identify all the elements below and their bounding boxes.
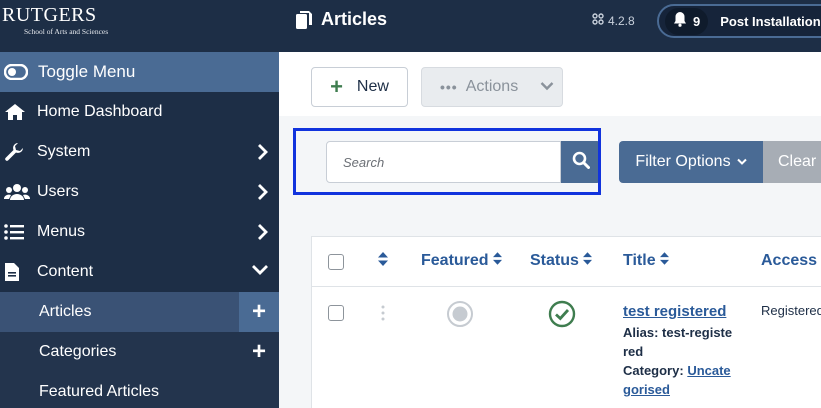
featured-sort-header[interactable]: Featured bbox=[421, 252, 502, 270]
new-button-label: New bbox=[356, 78, 389, 95]
select-all-checkbox[interactable] bbox=[328, 254, 344, 270]
actions-dropdown[interactable]: ••• Actions bbox=[421, 67, 563, 107]
add-category-button[interactable]: + bbox=[239, 332, 279, 372]
sidebar-item-home-dashboard[interactable]: Home Dashboard bbox=[0, 92, 279, 132]
chevron-down-icon bbox=[540, 78, 554, 96]
page-title: Articles bbox=[295, 9, 387, 30]
notification-text: Post Installation Mes bbox=[720, 13, 821, 29]
access-sort-header[interactable]: Access bbox=[761, 252, 821, 270]
sidebar-subitem-categories[interactable]: Categories + bbox=[0, 332, 279, 372]
top-header: Articles 4.2.8 9 Post Installation Mes bbox=[279, 0, 821, 52]
toolbar: + New ••• Actions bbox=[279, 52, 821, 116]
toggle-menu-label: Toggle Menu bbox=[38, 62, 136, 81]
article-title-cell: test registered Alias: test-registe red … bbox=[623, 303, 735, 399]
sidebar-subitem-articles[interactable]: Articles + bbox=[0, 292, 279, 332]
copy-icon bbox=[295, 10, 313, 30]
sort-icon bbox=[378, 252, 388, 271]
alias-label: Alias: bbox=[623, 325, 659, 340]
filter-options-label: Filter Options bbox=[635, 153, 731, 170]
sort-icon bbox=[582, 252, 592, 270]
page-title-text: Articles bbox=[321, 9, 388, 29]
category-label: Category: bbox=[623, 363, 684, 378]
add-article-button[interactable]: + bbox=[239, 292, 279, 332]
sidebar-item-system[interactable]: System bbox=[0, 132, 279, 172]
chevron-down-icon bbox=[736, 153, 747, 171]
list-icon bbox=[4, 224, 30, 240]
sidebar-subitem-label: Categories bbox=[39, 343, 117, 360]
chevron-right-icon bbox=[257, 143, 269, 166]
title-header-label: Title bbox=[623, 252, 656, 269]
articles-table: Featured Status Title Access test regist… bbox=[311, 236, 821, 408]
new-button[interactable]: + New bbox=[311, 67, 408, 107]
toggle-menu-button[interactable]: Toggle Menu bbox=[0, 52, 279, 92]
chevron-right-icon bbox=[257, 223, 269, 246]
version-text: 4.2.8 bbox=[608, 13, 635, 28]
published-status-icon[interactable] bbox=[548, 300, 576, 333]
sort-icon bbox=[659, 252, 669, 270]
notification-badge: 9 bbox=[665, 7, 709, 35]
search-button[interactable] bbox=[561, 141, 601, 183]
filter-options-button[interactable]: Filter Options bbox=[619, 141, 763, 183]
chevron-down-icon bbox=[251, 263, 269, 282]
sidebar-item-menus[interactable]: Menus bbox=[0, 212, 279, 252]
table-header: Featured Status Title Access bbox=[312, 237, 821, 287]
sidebar-subitem-label: Featured Articles bbox=[39, 383, 160, 400]
sidebar-subitem-featured-articles[interactable]: Featured Articles bbox=[0, 372, 279, 408]
sidebar-item-label: Home Dashboard bbox=[37, 103, 163, 120]
status-header-label: Status bbox=[530, 252, 579, 269]
access-header-label: Access bbox=[761, 252, 818, 269]
featured-header-label: Featured bbox=[421, 252, 489, 269]
sidebar-item-label: Users bbox=[37, 183, 79, 200]
article-alias: Alias: test-registe red bbox=[623, 323, 735, 361]
clear-button[interactable]: Clear bbox=[763, 141, 821, 183]
drag-handle-icon[interactable] bbox=[381, 305, 385, 326]
access-level-cell: Registered bbox=[761, 303, 821, 318]
actions-label: Actions bbox=[465, 78, 519, 95]
home-icon bbox=[4, 103, 30, 121]
row-checkbox[interactable] bbox=[328, 305, 344, 321]
users-icon bbox=[4, 183, 30, 201]
sort-icon bbox=[492, 252, 502, 270]
brand-subtitle: School of Arts and Sciences bbox=[24, 27, 109, 36]
bell-icon bbox=[673, 11, 687, 32]
clear-label: Clear bbox=[778, 153, 817, 170]
brand-name: RUTGERS bbox=[2, 4, 97, 26]
status-sort-header[interactable]: Status bbox=[530, 252, 592, 270]
plus-icon: + bbox=[330, 74, 343, 99]
article-title-link[interactable]: test registered bbox=[623, 303, 735, 320]
sidebar-item-label: Content bbox=[37, 263, 94, 280]
sidebar-subitem-label: Articles bbox=[39, 303, 92, 320]
joomla-icon bbox=[592, 13, 604, 28]
search-input[interactable] bbox=[326, 141, 561, 183]
featured-toggle-icon[interactable] bbox=[447, 301, 473, 332]
sidebar-item-label: Menus bbox=[37, 223, 86, 240]
title-sort-header[interactable]: Title bbox=[623, 252, 669, 270]
sidebar-item-users[interactable]: Users bbox=[0, 172, 279, 212]
sidebar-item-label: System bbox=[37, 143, 91, 160]
notification-count: 9 bbox=[693, 13, 701, 29]
article-category: Category: Uncate gorised bbox=[623, 361, 735, 399]
joomla-version: 4.2.8 bbox=[592, 13, 635, 28]
brand-logo: RUTGERS School of Arts and Sciences bbox=[0, 0, 279, 52]
ellipsis-icon: ••• bbox=[440, 79, 458, 95]
toggle-icon bbox=[4, 64, 30, 80]
sidebar: RUTGERS School of Arts and Sciences Togg… bbox=[0, 0, 279, 408]
post-installation-messages-button[interactable]: 9 Post Installation Mes bbox=[657, 4, 821, 38]
wrench-icon bbox=[4, 142, 30, 162]
ordering-sort-header[interactable] bbox=[378, 252, 388, 271]
sidebar-item-content[interactable]: Content bbox=[0, 252, 279, 292]
chevron-right-icon bbox=[257, 183, 269, 206]
search-icon bbox=[572, 151, 590, 174]
file-icon bbox=[4, 262, 30, 282]
